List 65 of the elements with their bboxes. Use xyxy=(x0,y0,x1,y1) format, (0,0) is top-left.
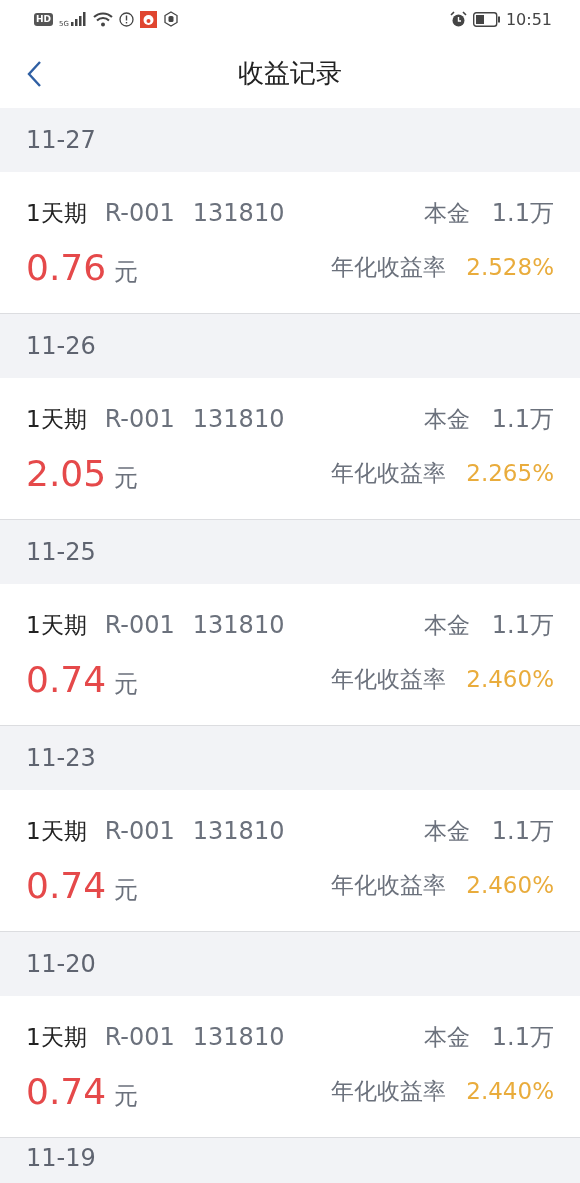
currency-unit: 元 xyxy=(114,669,139,700)
currency-unit: 元 xyxy=(114,1081,139,1112)
rate-label: 年化收益率 xyxy=(331,665,447,694)
date-label: 11-20 xyxy=(26,950,96,978)
date-label: 11-25 xyxy=(26,538,96,566)
record-card[interactable]: 1天期 R-001 131810 本金 1.1万 0.74 元 年化收益率 2.460% xyxy=(0,790,580,932)
record-card[interactable]: 1天期 R-001 131810 本金 1.1万 0.74 元 年化收益率 2.460% xyxy=(0,584,580,726)
currency-unit: 元 xyxy=(114,875,139,906)
rate-label: 年化收益率 xyxy=(331,459,447,488)
wifi-icon xyxy=(92,11,113,27)
principal-value: 1.1万 xyxy=(491,816,554,847)
rate-value: 2.460% xyxy=(466,666,554,692)
product-number: 131810 xyxy=(192,1022,285,1051)
income-amount: 0.76 xyxy=(26,247,107,288)
date-label: 11-19 xyxy=(26,1144,96,1172)
principal-value: 1.1万 xyxy=(491,198,554,229)
product-number: 131810 xyxy=(192,816,285,845)
rate-value: 2.440% xyxy=(466,1078,554,1104)
record-card[interactable]: 1天期 R-001 131810 本金 1.1万 0.76 元 年化收益率 2.528% xyxy=(0,172,580,314)
rate-value: 2.460% xyxy=(466,872,554,898)
principal-label: 本金 xyxy=(423,405,470,434)
principal-label: 本金 xyxy=(423,817,470,846)
date-label: 11-27 xyxy=(26,126,96,154)
product-code: R-001 xyxy=(104,610,175,639)
rate-label: 年化收益率 xyxy=(331,1077,447,1106)
term-label: 1天期 xyxy=(26,816,87,846)
signal-icon xyxy=(70,12,87,26)
product-number: 131810 xyxy=(192,404,285,433)
battery-icon xyxy=(472,11,500,27)
income-amount: 0.74 xyxy=(26,865,107,906)
currency-unit: 元 xyxy=(114,257,139,288)
alarm-icon xyxy=(449,10,467,28)
product-code: R-001 xyxy=(104,198,175,227)
hd-label: HD xyxy=(34,12,53,26)
income-amount: 0.74 xyxy=(26,1071,107,1112)
term-label: 1天期 xyxy=(26,1022,87,1052)
currency-unit: 元 xyxy=(114,463,139,494)
term-label: 1天期 xyxy=(26,404,87,434)
principal-label: 本金 xyxy=(423,611,470,640)
alert-icon xyxy=(118,11,134,27)
principal-label: 本金 xyxy=(423,199,470,228)
principal-value: 1.1万 xyxy=(491,1022,554,1053)
term-label: 1天期 xyxy=(26,198,87,228)
principal-value: 1.1万 xyxy=(491,404,554,435)
principal-label: 本金 xyxy=(423,1023,470,1052)
date-label: 11-23 xyxy=(26,744,96,772)
product-number: 131810 xyxy=(192,198,285,227)
rate-label: 年化收益率 xyxy=(331,253,447,282)
clock-time: 10:51 xyxy=(505,9,552,29)
app-icon xyxy=(139,10,157,28)
record-card[interactable]: 1天期 R-001 131810 本金 1.1万 2.05 元 年化收益率 2.265% xyxy=(0,378,580,520)
term-label: 1天期 xyxy=(26,610,87,640)
date-label: 11-26 xyxy=(26,332,96,360)
rate-value: 2.528% xyxy=(466,254,554,280)
income-amount: 0.74 xyxy=(26,659,107,700)
rate-value: 2.265% xyxy=(466,460,554,486)
record-card[interactable]: 1天期 R-001 131810 本金 1.1万 0.74 元 年化收益率 2.440% xyxy=(0,996,580,1138)
product-number: 131810 xyxy=(192,610,285,639)
income-amount: 2.05 xyxy=(26,453,107,494)
product-code: R-001 xyxy=(104,1022,175,1051)
rate-label: 年化收益率 xyxy=(331,871,447,900)
page-title: 收益记录 xyxy=(238,56,342,90)
product-code: R-001 xyxy=(104,404,175,433)
principal-value: 1.1万 xyxy=(491,610,554,641)
product-code: R-001 xyxy=(104,816,175,845)
